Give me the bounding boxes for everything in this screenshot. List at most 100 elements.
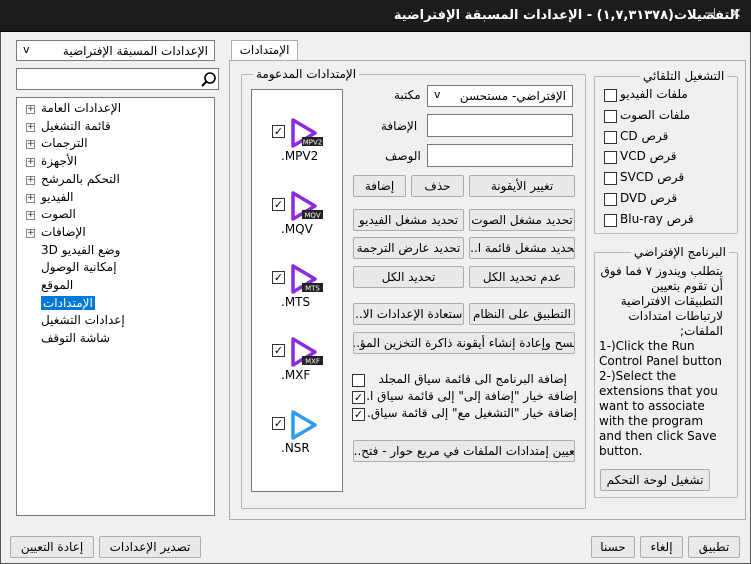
assign-open-dialog-button[interactable]: تعيين إمتدادات الملفات في مربع حوار - فت… [353, 440, 575, 462]
expand-icon[interactable]: + [26, 175, 35, 185]
expand-icon[interactable]: + [26, 105, 35, 114]
tree-item[interactable]: إعدادات التشغيل [41, 313, 125, 327]
autoplay-checkbox[interactable] [604, 193, 617, 206]
autoplay-checkbox[interactable] [604, 109, 617, 123]
select-audio-player-button[interactable]: تحديد مشغل الصوت [469, 209, 575, 231]
deselect-all-button[interactable]: عدم تحديد الكل [469, 266, 575, 288]
restore-settings-button[interactable]: إستعادة الإعدادات الا... [353, 303, 464, 325]
tree-item[interactable]: التحكم بالمرشح [41, 172, 120, 186]
expand-icon[interactable]: + [26, 211, 35, 221]
autoplay-checkbox[interactable] [604, 151, 617, 165]
extension-name: .MTS [281, 295, 311, 309]
tree-item[interactable]: وضع الفيديو 3D [41, 243, 120, 257]
play-with-label: إضافة خيار "التشغيل مع" إلى قائمة سياق..… [367, 406, 577, 420]
extension-name: .NSR [281, 441, 310, 455]
title-bar: التفضيلات(١,٧,٣١٣٧٨) - الإعدادات المسبقة… [0, 0, 751, 32]
tree-item[interactable]: الموقع [41, 278, 73, 292]
extension-badge: MPV2 [303, 139, 323, 147]
tree-item[interactable]: إمكانية الوصول [41, 260, 117, 274]
extension-item[interactable]: ✓ MTS .MTS [252, 236, 342, 309]
tree-item[interactable]: الصوت [41, 207, 76, 221]
run-control-panel-button[interactable]: تشغيل لوحة التحكم [600, 469, 710, 491]
play-file-icon: MXF [291, 337, 323, 367]
ok-button[interactable]: حسنا [591, 536, 635, 558]
play-with-checkbox[interactable]: ✓ [352, 408, 365, 421]
autoplay-label: التشغيل التلقائي [640, 69, 728, 83]
autoplay-option-label: ملفات الصوت [620, 107, 691, 122]
play-file-icon: MQV [291, 191, 323, 221]
select-subtitle-viewer-button[interactable]: تحديد عارض الترجمة [353, 237, 464, 259]
tree-item[interactable]: قائمة التشغيل [41, 119, 111, 133]
add-button[interactable]: إضافة [353, 175, 406, 197]
tree-item[interactable]: الإمتدادات [41, 295, 95, 310]
preset-select[interactable]: الإعدادات المسبقة الإفتراضية v [16, 40, 215, 61]
rebuild-icon-cache-button[interactable]: مسح وإعادة إنشاء أيقونة ذاكرة التخزين ال… [353, 332, 575, 354]
extension-badge: MQV [304, 212, 321, 220]
checkmark-icon: ✓ [353, 391, 364, 404]
expand-icon[interactable]: + [26, 228, 35, 238]
extension-checkbox[interactable]: ✓ [272, 198, 285, 211]
extension-item[interactable]: ✓ MPV2 .MPV2 [252, 90, 342, 163]
pin-icon[interactable]: ⊣ [704, 6, 716, 22]
folder-menu-checkbox[interactable] [352, 374, 365, 387]
extension-item[interactable]: ✓ MXF .MXF [252, 309, 342, 382]
select-all-button[interactable]: تحديد الكل [353, 266, 464, 288]
extension-item[interactable]: ✓ MQV .MQV [252, 163, 342, 236]
tree-item[interactable]: الترجمات [41, 136, 88, 150]
autoplay-checkbox[interactable] [604, 130, 617, 144]
expand-icon[interactable]: + [26, 193, 35, 203]
tree-item[interactable]: الإعدادات العامة [41, 101, 121, 115]
autoplay-checkbox[interactable] [604, 213, 617, 227]
tree-item[interactable]: الإضافات [41, 225, 86, 239]
library-label: مكتبة [394, 88, 421, 102]
tree-item[interactable]: الأجهزة [41, 154, 77, 168]
chevron-down-icon: v [434, 88, 441, 101]
apply-to-system-button[interactable]: التطبيق على النظام [469, 303, 575, 325]
search-icon [201, 72, 216, 87]
add-to-checkbox[interactable]: ✓ [352, 391, 365, 404]
expand-icon[interactable]: + [26, 140, 35, 150]
extension-checkbox[interactable]: ✓ [272, 271, 285, 284]
change-icon-button[interactable]: تغيير الأيقونة [469, 175, 575, 197]
cancel-button[interactable]: إلغاء [640, 536, 683, 558]
play-file-icon: MTS [291, 264, 323, 294]
settings-tree[interactable]: + الإعدادات العامة + قائمة التشغيل + الترجمات… [16, 97, 215, 516]
extensions-list[interactable]: ✓ MPV2 .MPV2 ✓ MQV .MQV ✓ MTS .MTS ✓ MXF .MXF ✓ .NSR [251, 89, 343, 492]
description-label: الوصف [385, 149, 421, 163]
select-video-player-button[interactable]: تحديد مشغل الفيديو [353, 209, 464, 231]
extension-checkbox[interactable]: ✓ [272, 344, 285, 357]
autoplay-option-label: قرص VCD [620, 149, 677, 164]
autoplay-checkbox[interactable] [604, 89, 617, 102]
window-title: التفضيلات(١,٧,٣١٣٧٨) - الإعدادات المسبقة… [393, 8, 739, 23]
apply-button[interactable]: تطبيق [688, 536, 740, 558]
play-file-icon [291, 410, 317, 440]
tree-item[interactable]: شاشة التوقف [41, 331, 110, 345]
library-select[interactable]: الإفتراضي- مستحسن v [427, 85, 573, 107]
extension-badge: MXF [305, 358, 320, 366]
checkmark-icon: ✓ [353, 408, 364, 421]
extension-checkbox[interactable]: ✓ [272, 417, 285, 430]
default-program-description: يتطلب ويندوز ٧ فما فوق أن تقوم بتعيين ال… [599, 264, 723, 459]
description-input[interactable] [427, 144, 573, 167]
autoplay-checkbox[interactable] [604, 172, 617, 186]
extension-name: .MXF [281, 368, 311, 382]
addition-label: الإضافة [381, 119, 418, 133]
extension-item[interactable]: ✓ .NSR [252, 382, 342, 455]
description-english: 1-)Click the Run Control Panel button 2-… [599, 339, 722, 458]
tab-extensions[interactable]: الإمتدادات [231, 40, 298, 61]
default-program-label: البرنامج الإفتراضي [631, 245, 729, 259]
delete-button[interactable]: حذف [411, 175, 464, 197]
extension-name: .MQV [281, 222, 313, 236]
select-playlist-player-button[interactable]: تحديد مشغل قائمة ا... [469, 237, 575, 259]
close-icon[interactable]: ✕ [730, 6, 742, 22]
expand-icon[interactable]: + [26, 122, 35, 132]
search-input[interactable] [16, 68, 219, 90]
reset-button[interactable]: إعادة التعيين [10, 536, 94, 558]
chevron-down-icon: v [23, 43, 30, 56]
expand-icon[interactable]: + [26, 158, 35, 168]
addition-input[interactable] [427, 114, 573, 137]
export-settings-button[interactable]: تصدير الإعدادات [99, 536, 201, 558]
extension-checkbox[interactable]: ✓ [272, 125, 285, 138]
preset-value: الإعدادات المسبقة الإفتراضية [62, 43, 208, 58]
tree-item[interactable]: الفيديو [41, 190, 74, 204]
